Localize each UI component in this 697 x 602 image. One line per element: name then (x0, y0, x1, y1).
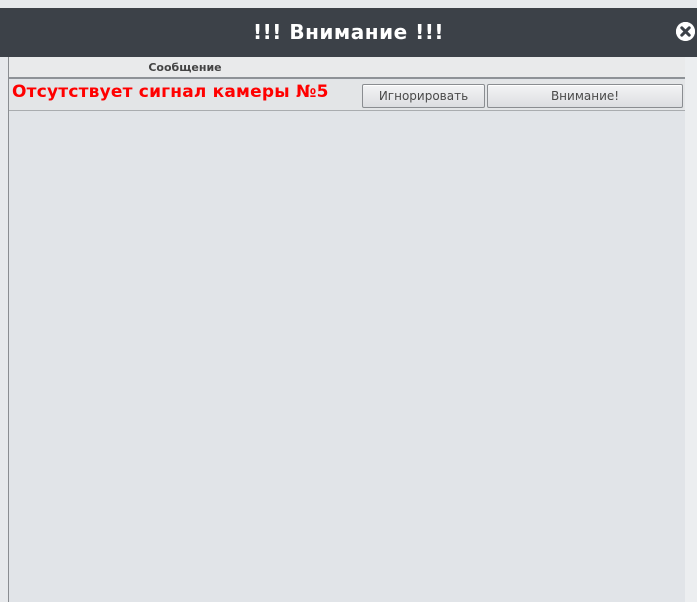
table-header: Сообщение (9, 57, 685, 79)
close-button[interactable] (676, 22, 695, 41)
column-header-message[interactable]: Сообщение (9, 57, 361, 79)
attention-button[interactable]: Внимание! (487, 84, 683, 108)
alert-window: !!! Внимание !!! Сообщение Отсутствует с… (0, 0, 697, 602)
alert-message: Отсутствует сигнал камеры №5 (12, 82, 329, 102)
close-icon (676, 22, 695, 41)
table-row[interactable]: Отсутствует сигнал камеры №5 Игнорироват… (9, 80, 685, 111)
scrollbar-track[interactable] (685, 57, 697, 602)
title-bar: !!! Внимание !!! (0, 8, 697, 57)
message-table: Сообщение Отсутствует сигнал камеры №5 И… (8, 57, 685, 602)
ignore-button[interactable]: Игнорировать (362, 84, 485, 108)
window-title: !!! Внимание !!! (253, 20, 444, 44)
